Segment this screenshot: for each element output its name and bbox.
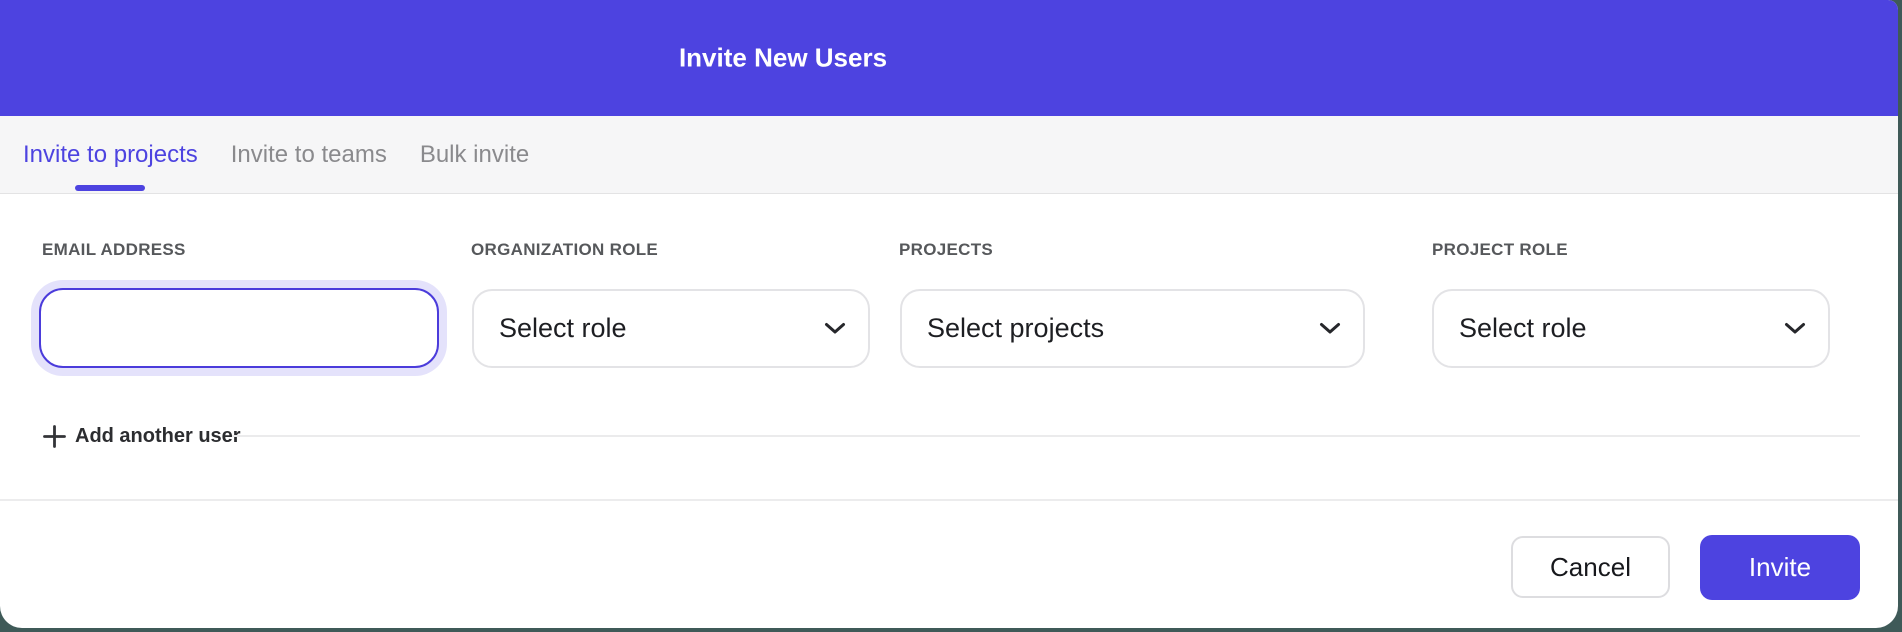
- tab-label: Invite to teams: [231, 141, 387, 169]
- organization-role-label: ORGANIZATION ROLE: [471, 240, 658, 260]
- invite-new-users-modal: Invite New Users Invite to projects Invi…: [0, 0, 1898, 628]
- select-value: Select role: [499, 313, 627, 344]
- add-another-user-label: Add another user: [75, 425, 241, 448]
- cancel-button[interactable]: Cancel: [1511, 536, 1670, 598]
- add-another-user-button[interactable]: Add another user: [43, 422, 241, 450]
- invite-button[interactable]: Invite: [1700, 535, 1860, 600]
- chevron-down-icon: [1319, 322, 1341, 335]
- select-value: Select role: [1459, 313, 1587, 344]
- chevron-down-icon: [824, 322, 846, 335]
- tab-label: Invite to projects: [23, 141, 198, 169]
- modal-header: Invite New Users: [0, 0, 1898, 116]
- tab-bulk-invite[interactable]: Bulk invite: [420, 116, 529, 193]
- projects-select[interactable]: Select projects: [900, 289, 1365, 368]
- row-divider: [232, 435, 1860, 437]
- projects-label: PROJECTS: [899, 240, 993, 260]
- active-tab-underline: [75, 185, 145, 191]
- project-role-select[interactable]: Select role: [1432, 289, 1830, 368]
- tab-invite-to-teams[interactable]: Invite to teams: [231, 116, 387, 193]
- modal-title: Invite New Users: [679, 43, 887, 74]
- email-address-label: EMAIL ADDRESS: [42, 240, 186, 260]
- tab-invite-to-projects[interactable]: Invite to projects: [23, 116, 198, 193]
- tab-bar: Invite to projects Invite to teams Bulk …: [0, 116, 1898, 194]
- plus-icon: [43, 425, 66, 448]
- organization-role-select[interactable]: Select role: [472, 289, 870, 368]
- project-role-label: PROJECT ROLE: [1432, 240, 1568, 260]
- email-address-input[interactable]: [39, 288, 439, 368]
- tab-label: Bulk invite: [420, 141, 529, 169]
- select-value: Select projects: [927, 313, 1104, 344]
- chevron-down-icon: [1784, 322, 1806, 335]
- footer-divider: [0, 499, 1898, 501]
